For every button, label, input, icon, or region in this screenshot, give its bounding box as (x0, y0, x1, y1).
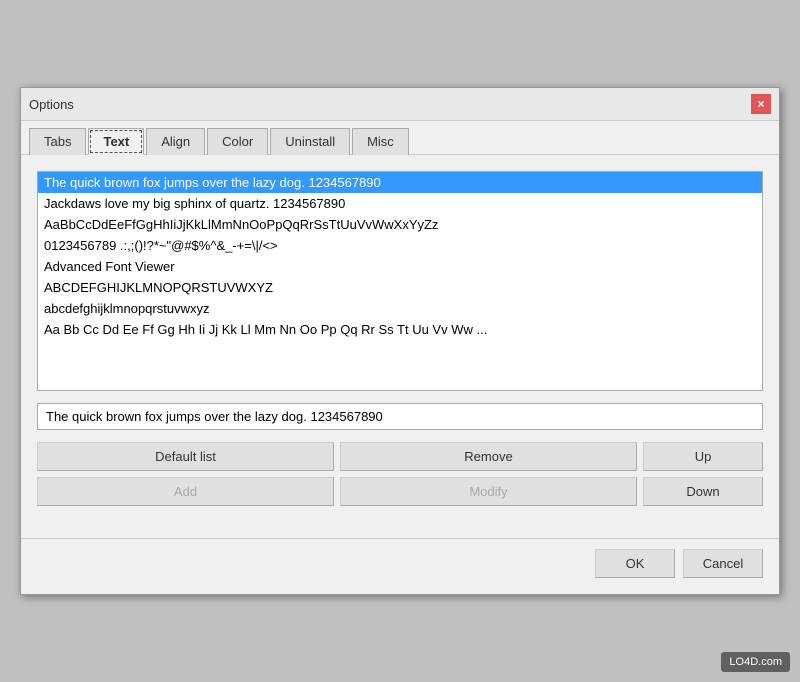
remove-button[interactable]: Remove (340, 442, 637, 471)
add-button[interactable]: Add (37, 477, 334, 506)
text-input[interactable] (37, 403, 763, 430)
tab-bar: Tabs Text Align Color Uninstall Misc (21, 121, 779, 155)
list-item[interactable]: 0123456789 .:,;()!?*~"@#$%^&_-+=\|/<> (38, 235, 762, 256)
list-item[interactable]: Jackdaws love my big sphinx of quartz. 1… (38, 193, 762, 214)
footer: OK Cancel (21, 538, 779, 594)
button-grid: Default list Remove Up Add Modify Down (37, 442, 763, 506)
window-title: Options (29, 97, 74, 112)
close-button[interactable]: × (751, 94, 771, 114)
title-bar: Options × (21, 88, 779, 121)
default-list-button[interactable]: Default list (37, 442, 334, 471)
list-item[interactable]: AaBbCcDdEeFfGgHhIiJjKkLlMmNnOoPpQqRrSsTt… (38, 214, 762, 235)
list-item[interactable]: The quick brown fox jumps over the lazy … (38, 172, 762, 193)
tab-color[interactable]: Color (207, 128, 268, 155)
list-item[interactable]: ABCDEFGHIJKLMNOPQRSTUVWXYZ (38, 277, 762, 298)
tab-text[interactable]: Text (88, 128, 144, 155)
up-button[interactable]: Up (643, 442, 763, 471)
cancel-button[interactable]: Cancel (683, 549, 763, 578)
list-item[interactable]: Advanced Font Viewer (38, 256, 762, 277)
tab-misc[interactable]: Misc (352, 128, 409, 155)
tab-align[interactable]: Align (146, 128, 205, 155)
modify-button[interactable]: Modify (340, 477, 637, 506)
list-item[interactable]: abcdefghijklmnopqrstuvwxyz (38, 298, 762, 319)
tab-tabs[interactable]: Tabs (29, 128, 86, 155)
preview-list[interactable]: The quick brown fox jumps over the lazy … (37, 171, 763, 391)
down-button[interactable]: Down (643, 477, 763, 506)
ok-button[interactable]: OK (595, 549, 675, 578)
watermark: LO4D.com (721, 652, 790, 672)
tab-content: The quick brown fox jumps over the lazy … (21, 155, 779, 538)
tab-uninstall[interactable]: Uninstall (270, 128, 350, 155)
options-dialog: Options × Tabs Text Align Color Uninstal… (20, 87, 780, 595)
list-item[interactable]: Aa Bb Cc Dd Ee Ff Gg Hh Ii Jj Kk Ll Mm N… (38, 319, 762, 340)
text-input-row (37, 403, 763, 430)
